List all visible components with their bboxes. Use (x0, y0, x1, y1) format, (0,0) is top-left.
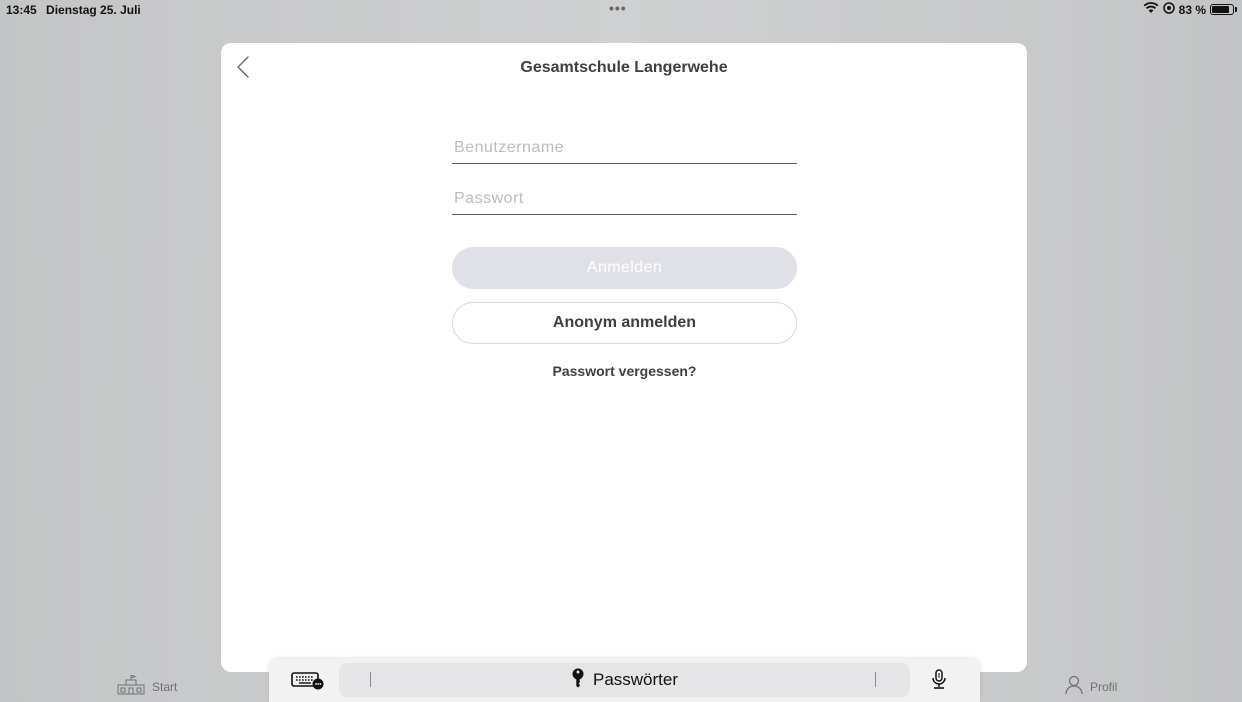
person-icon (1064, 675, 1084, 698)
tab-profile[interactable]: Profil (1064, 675, 1117, 698)
status-bar: 13:45 Dienstag 25. Juli ••• 83 % (0, 0, 1242, 20)
multitasking-dots[interactable]: ••• (609, 0, 627, 16)
battery-tip (1235, 7, 1237, 12)
forgot-password-link[interactable]: Passwort vergessen? (452, 363, 797, 379)
battery-icon (1210, 4, 1237, 15)
school-icon (116, 674, 146, 698)
battery-percent: 83 % (1178, 2, 1206, 17)
tab-profile-label: Profil (1090, 679, 1118, 694)
status-right: 83 % (1143, 2, 1237, 17)
wifi-icon (1143, 2, 1159, 17)
status-left: 13:45 Dienstag 25. Juli (6, 3, 147, 17)
text-cursor-right (875, 672, 876, 687)
keyboard-shortcut-bar: Passwörter (269, 659, 980, 702)
login-button[interactable]: Anmelden (452, 247, 797, 289)
status-time: 13:45 (6, 3, 37, 17)
location-icon (1162, 2, 1175, 17)
modal-title: Gesamtschule Langerwehe (520, 59, 728, 76)
key-icon (571, 668, 585, 693)
status-date: Dienstag 25. Juli (46, 3, 141, 17)
tab-start[interactable]: Start (116, 674, 178, 698)
password-input[interactable] (452, 183, 797, 215)
passwords-content: Passwörter (339, 663, 910, 697)
passwords-label: Passwörter (592, 670, 679, 689)
microphone-icon[interactable] (931, 669, 947, 696)
login-modal: Gesamtschule Langerwehe Anmelden Anonym … (221, 43, 1027, 672)
keyboard-icon[interactable] (291, 672, 325, 695)
anonymous-login-button[interactable]: Anonym anmelden (452, 302, 797, 344)
battery-fill (1212, 6, 1229, 13)
tab-start-label: Start (152, 679, 178, 694)
passwords-button[interactable]: Passwörter (339, 663, 910, 697)
username-input[interactable] (452, 132, 797, 164)
